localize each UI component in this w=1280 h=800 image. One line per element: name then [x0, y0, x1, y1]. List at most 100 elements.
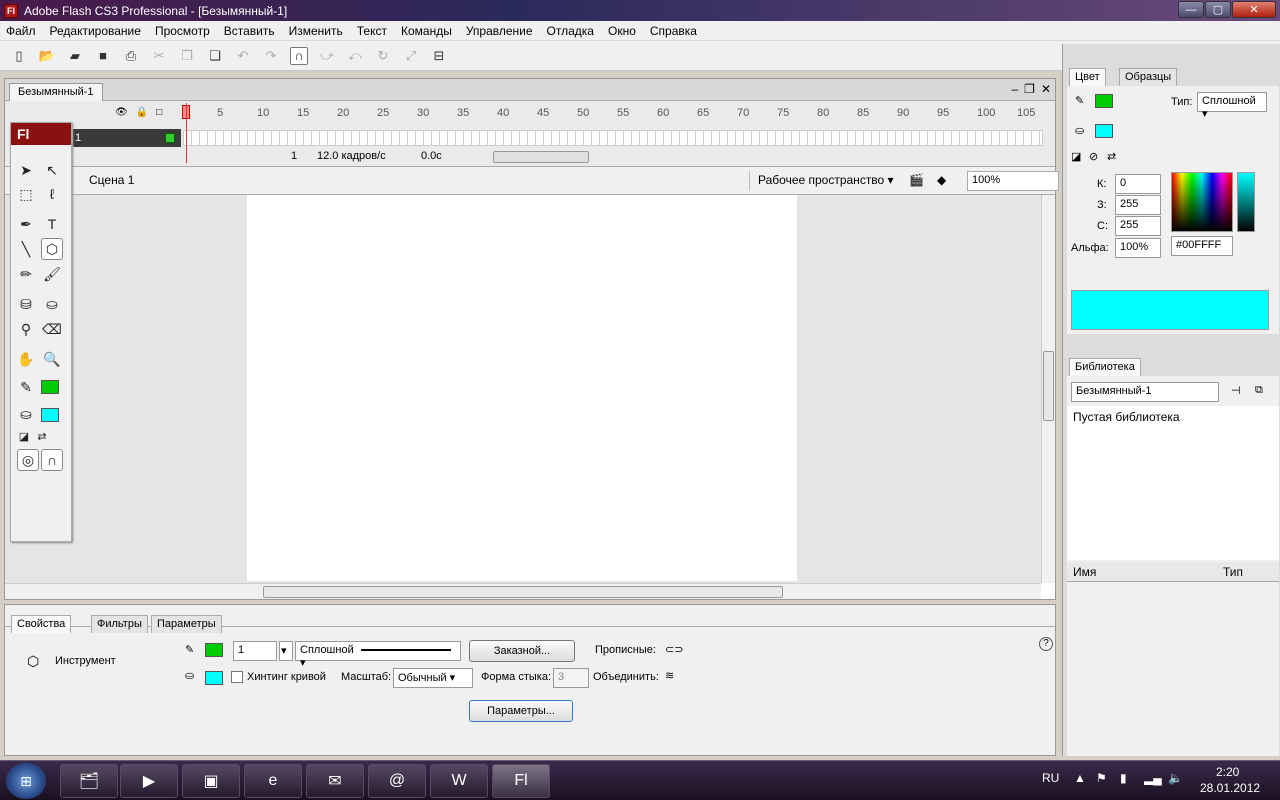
cut-icon[interactable]: ✂ — [150, 47, 168, 65]
explorer-icon[interactable]: 🗂 — [60, 764, 118, 798]
tab-swatches[interactable]: Образцы — [1119, 68, 1178, 86]
clock-date[interactable]: 28.01.2012 — [1200, 781, 1260, 795]
tab-parameters[interactable]: Параметры — [151, 615, 222, 633]
subselection-tool-icon[interactable]: ↖ — [41, 159, 63, 181]
menu-window[interactable]: Окно — [608, 24, 636, 38]
tab-properties[interactable]: Свойства — [11, 615, 72, 633]
stroke-width-arrow-icon[interactable]: ▾ — [279, 641, 293, 661]
network-icon[interactable]: ▂▄ — [1144, 771, 1162, 785]
free-transform-tool-icon[interactable]: ⬚ — [15, 183, 37, 205]
timeline-scrollbar[interactable] — [493, 151, 589, 163]
eye-icon[interactable]: 👁 — [115, 107, 128, 118]
straighten-icon[interactable]: ⤺ — [346, 47, 364, 65]
col-name[interactable]: Имя — [1073, 565, 1096, 579]
fill-color-swatch[interactable] — [41, 408, 59, 422]
stroke-color-swatch[interactable] — [41, 380, 59, 394]
new-library-icon[interactable]: ⧉ — [1255, 384, 1263, 397]
eyedropper-tool-icon[interactable]: ⚲ — [15, 318, 37, 340]
no-color-icon[interactable]: ⊘ — [1089, 150, 1098, 163]
props-fill-color[interactable] — [205, 671, 223, 685]
brush-tool-icon[interactable]: 🖌 — [41, 263, 63, 285]
internet-explorer-icon[interactable]: e — [244, 764, 302, 798]
stroke-width-input[interactable]: 1 — [233, 641, 277, 661]
col-type[interactable]: Тип — [1223, 565, 1243, 579]
red-input[interactable]: 0 — [1115, 174, 1161, 194]
lock-icon[interactable]: 🔒 — [136, 107, 148, 118]
volume-icon[interactable]: 🔈 — [1168, 771, 1183, 785]
redo-icon[interactable]: ↷ — [262, 47, 280, 65]
smooth-icon[interactable]: ⤻ — [318, 47, 336, 65]
alpha-input[interactable]: 100% — [1115, 238, 1161, 258]
edit-scene-icon[interactable]: 🎬 — [909, 173, 929, 189]
print-icon[interactable]: ⎙ — [122, 47, 140, 65]
lasso-tool-icon[interactable]: ℓ — [41, 183, 63, 205]
blue-input[interactable]: 255 — [1115, 216, 1161, 236]
maximize-button[interactable]: ▢ — [1205, 1, 1231, 18]
new-file-icon[interactable]: ▯ — [10, 47, 28, 65]
edit-symbol-icon[interactable]: ◆ — [937, 173, 957, 189]
menu-debug[interactable]: Отладка — [547, 24, 594, 38]
snap-magnet-icon[interactable]: ∩ — [290, 46, 308, 65]
menu-modify[interactable]: Изменить — [289, 24, 343, 38]
tab-filters[interactable]: Фильтры — [91, 615, 148, 633]
bridge-icon[interactable]: ▰ — [66, 47, 84, 65]
clock-time[interactable]: 2:20 — [1216, 765, 1239, 779]
parameters-button[interactable]: Параметры... — [469, 700, 573, 722]
ink-bottle-tool-icon[interactable]: ⛁ — [15, 293, 37, 315]
rotate-icon[interactable]: ↻ — [374, 47, 392, 65]
media-player-icon[interactable]: ▶ — [120, 764, 178, 798]
menu-text[interactable]: Текст — [357, 24, 387, 38]
outlook-icon[interactable]: ✉ — [306, 764, 364, 798]
language-indicator[interactable]: RU — [1042, 771, 1059, 785]
hinting-checkbox[interactable] — [231, 671, 243, 683]
powerpoint-icon[interactable]: ▣ — [182, 764, 240, 798]
hand-tool-icon[interactable]: ✋ — [15, 348, 37, 370]
menu-commands[interactable]: Команды — [401, 24, 452, 38]
black-white-icon[interactable]: ◪ — [1071, 150, 1081, 163]
vertical-scrollbar[interactable] — [1041, 195, 1055, 583]
menu-file[interactable]: Файл — [6, 24, 36, 38]
snap-to-objects-icon[interactable]: ∩ — [41, 449, 63, 471]
paint-bucket-tool-icon[interactable]: ⛀ — [41, 293, 63, 315]
workspace-menu[interactable]: Рабочее пространство ▾ — [749, 171, 902, 191]
word-icon[interactable]: W — [430, 764, 488, 798]
color-fill-swatch[interactable] — [1095, 124, 1113, 138]
join-input[interactable]: 3 — [553, 668, 589, 688]
layer-row[interactable]: 1 — [5, 129, 1055, 147]
help-icon[interactable]: ? — [1039, 637, 1053, 651]
selection-tool-icon[interactable]: ➤ — [15, 159, 37, 181]
start-button[interactable]: ⊞ — [6, 763, 46, 799]
green-input[interactable]: 255 — [1115, 195, 1161, 215]
mail-agent-icon[interactable]: @ — [368, 764, 426, 798]
document-tab[interactable]: Безымянный-1 — [9, 83, 103, 101]
zoom-select[interactable]: 100% — [967, 171, 1059, 191]
scale-select[interactable]: Обычный ▾ — [393, 668, 473, 688]
object-drawing-icon[interactable]: ◎ — [17, 449, 39, 471]
layer-frames[interactable] — [183, 130, 1043, 146]
eraser-tool-icon[interactable]: ⌫ — [41, 318, 63, 340]
props-stroke-color[interactable] — [205, 643, 223, 657]
polygon-tool-icon[interactable]: ⬡ — [41, 238, 63, 260]
brightness-slider[interactable] — [1237, 172, 1255, 232]
menu-control[interactable]: Управление — [466, 24, 533, 38]
swap-colors-icon[interactable]: ⇄ — [1107, 150, 1116, 163]
stage-canvas[interactable] — [247, 195, 797, 581]
tab-library[interactable]: Библиотека — [1069, 358, 1141, 376]
swap-colors-icon[interactable]: ⇄ — [31, 425, 53, 447]
hex-input[interactable]: #00FFFF — [1171, 236, 1233, 256]
pen-tool-icon[interactable]: ✒ — [15, 213, 37, 235]
layer-color-swatch[interactable] — [165, 133, 175, 143]
type-select[interactable]: Сплошной ▾ — [1197, 92, 1267, 120]
menu-help[interactable]: Справка — [650, 24, 697, 38]
library-doc-select[interactable]: Безымянный-1 — [1071, 382, 1219, 402]
merge-icon[interactable]: ≋ — [665, 669, 674, 682]
save-icon[interactable]: ■ — [94, 47, 112, 65]
zoom-tool-icon[interactable]: 🔍 — [41, 348, 63, 370]
doc-close-icon[interactable]: ✕ — [1041, 82, 1051, 96]
doc-minimize-icon[interactable]: – — [1011, 82, 1018, 96]
action-center-icon[interactable]: ⚑ — [1096, 771, 1107, 785]
menu-insert[interactable]: Вставить — [224, 24, 275, 38]
pencil-tool-icon[interactable]: ✏ — [15, 263, 37, 285]
line-tool-icon[interactable]: ╲ — [15, 238, 37, 260]
color-stroke-swatch[interactable] — [1095, 94, 1113, 108]
